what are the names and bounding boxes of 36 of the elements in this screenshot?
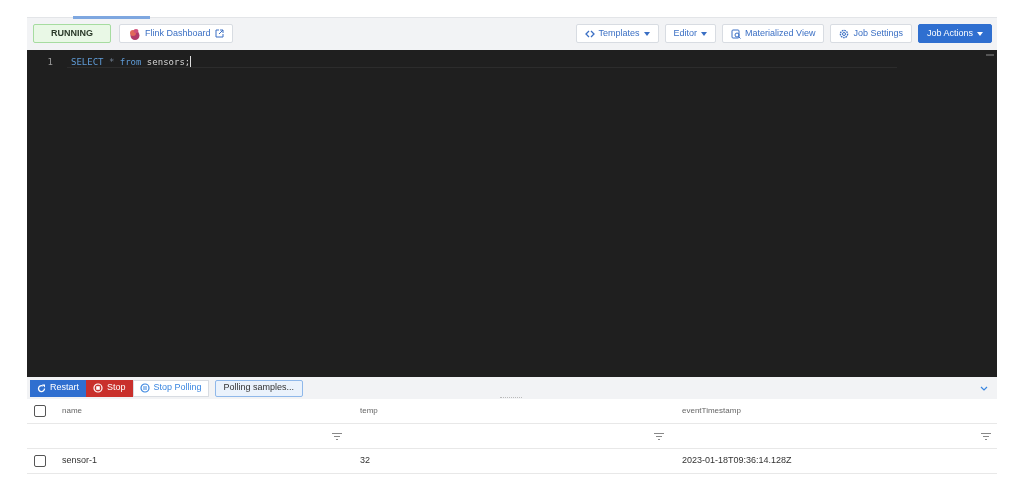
caret-icon <box>701 31 708 36</box>
caret-icon <box>643 31 650 36</box>
toolbar-button[interactable]: Materialized View <box>722 24 825 43</box>
toolbar-button[interactable]: Job Settings <box>830 24 912 43</box>
column-header[interactable]: name <box>62 405 82 417</box>
stop-button[interactable]: Stop <box>86 379 133 397</box>
dropdown-button[interactable]: Templates <box>575 24 659 43</box>
stop-icon <box>139 383 150 393</box>
line-number: 1 <box>46 56 53 69</box>
filter-icon[interactable] <box>332 432 342 440</box>
code-icon <box>584 29 595 38</box>
caret-icon <box>977 31 983 36</box>
chevron-down-icon[interactable] <box>980 385 988 391</box>
checkbox[interactable] <box>34 405 46 417</box>
stop-icon <box>93 383 103 393</box>
flink-dashboard-link[interactable]: Flink Dashboard <box>119 24 233 43</box>
polling-status: Polling samples... <box>214 379 304 397</box>
filter-icon[interactable] <box>981 432 991 440</box>
status-badge: RUNNING <box>33 24 111 43</box>
table-cell: sensor-1 <box>62 454 97 468</box>
settings-icon <box>839 28 850 39</box>
search-document-icon <box>731 28 742 39</box>
dropdown-button[interactable]: Job Actions <box>917 24 992 43</box>
column-header[interactable]: eventTimestamp <box>682 405 741 417</box>
external-link-icon <box>214 29 224 38</box>
restart-button[interactable]: Restart <box>30 379 86 397</box>
column-header[interactable]: temp <box>360 405 378 417</box>
table-cell: 2023-01-18T09:36:14.128Z <box>682 454 792 468</box>
checkbox[interactable] <box>34 455 46 467</box>
code-line[interactable]: SELECT * from sensors; <box>67 50 897 68</box>
scrollbar-thumb[interactable] <box>986 54 994 56</box>
table-cell: 32 <box>360 454 370 468</box>
refresh-icon <box>37 383 46 393</box>
stop-polling-button[interactable]: Stop Polling <box>132 379 209 397</box>
filter-icon[interactable] <box>654 432 664 440</box>
dropdown-button[interactable]: Editor <box>664 24 717 43</box>
